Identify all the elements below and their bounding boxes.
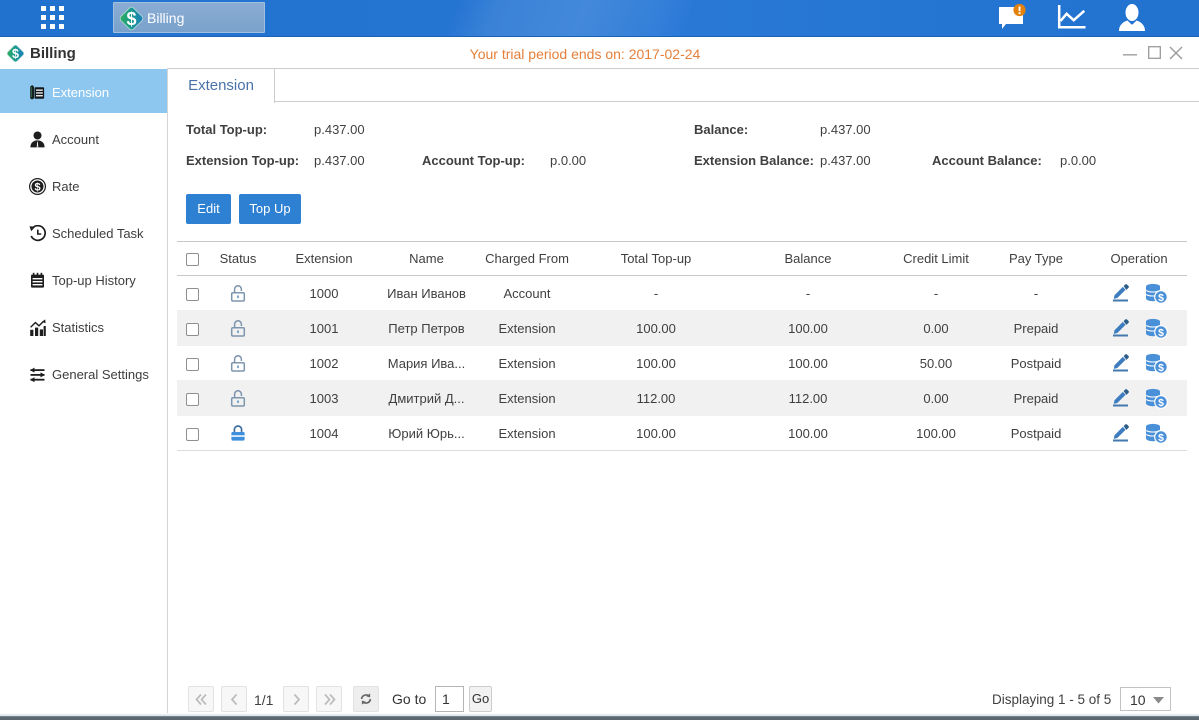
svg-text:$: $ — [1158, 291, 1164, 303]
svg-text:$: $ — [1158, 361, 1164, 373]
svg-text:$: $ — [1158, 396, 1164, 408]
svg-text:$: $ — [126, 9, 136, 29]
svg-text:$: $ — [1158, 431, 1164, 443]
svg-text:$: $ — [1158, 326, 1164, 338]
svg-text:$: $ — [34, 181, 40, 193]
